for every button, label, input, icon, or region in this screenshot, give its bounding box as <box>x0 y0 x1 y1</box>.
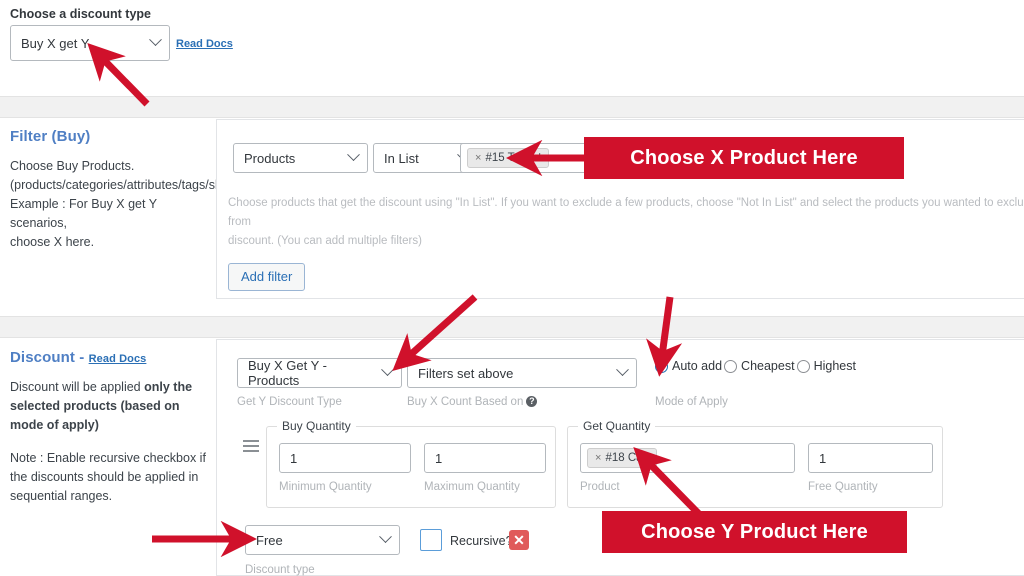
filter-desc-line-2: (products/categories/attributes/tags/sku <box>10 178 225 192</box>
recursive-checkbox[interactable] <box>420 529 442 551</box>
discount-type-row-value: Free <box>256 532 283 548</box>
recursive-label: Recursive? <box>450 534 513 548</box>
info-icon[interactable]: ? <box>526 396 538 408</box>
discount-type-row-sublabel: Discount type <box>245 564 315 576</box>
get-quantity-product-chip[interactable]: × #18 Cap <box>587 448 657 468</box>
add-filter-button[interactable]: Add filter <box>228 263 306 291</box>
mode-of-apply-sublabel: Mode of Apply <box>655 396 728 408</box>
mode-of-apply-radio-group[interactable]: Auto add Cheapest Highest <box>655 359 858 373</box>
get-quantity-fieldset: Get Quantity × #18 Cap Product 1 Free Qu… <box>567 419 943 508</box>
chip-remove-icon[interactable]: × <box>595 451 601 465</box>
mode-option-highest[interactable]: Highest <box>796 359 858 373</box>
filter-desc-line-1: Choose Buy Products. <box>10 159 135 173</box>
buy-quantity-legend: Buy Quantity <box>277 419 356 433</box>
chevron-down-icon <box>149 33 162 47</box>
get-y-discount-type-select[interactable]: Buy X Get Y - Products <box>237 358 402 388</box>
filter-subject-value: Products <box>244 150 296 166</box>
get-y-discount-type-sublabel: Get Y Discount Type <box>237 396 342 408</box>
top-read-docs-link[interactable]: Read Docs <box>176 38 233 50</box>
minimum-quantity-value: 1 <box>290 450 298 466</box>
discount-desc-2: Note : Enable recursive checkbox if the … <box>10 451 206 503</box>
mode-option-auto-add-label: Auto add <box>672 359 723 373</box>
discount-section-title: Discount - Read Docs <box>10 349 215 366</box>
chevron-down-icon <box>616 363 629 377</box>
drag-handle-icon[interactable] <box>243 440 259 452</box>
get-y-discount-type-value: Buy X Get Y - Products <box>248 358 328 388</box>
maximum-quantity-input[interactable]: 1 <box>424 443 546 473</box>
filter-side-column: Filter (Buy) Choose Buy Products. (produ… <box>10 128 225 252</box>
filter-section-title: Filter (Buy) <box>10 128 91 145</box>
filter-product-chip[interactable]: × #15 T-Shirt <box>467 148 550 168</box>
chip-label: #18 Cap <box>605 452 649 464</box>
section-separator-1 <box>0 96 1024 118</box>
chevron-down-icon <box>379 530 392 544</box>
discount-type-row-select[interactable]: Free <box>245 525 400 555</box>
section-separator-2 <box>0 316 1024 338</box>
radio-highest-icon[interactable] <box>796 359 810 373</box>
mode-option-auto-add[interactable]: Auto add <box>655 359 724 373</box>
discount-read-docs-link[interactable]: Read Docs <box>89 353 147 365</box>
get-quantity-legend: Get Quantity <box>578 419 656 433</box>
radio-cheapest-icon[interactable] <box>724 359 738 373</box>
filter-helper-line-1: Choose products that get the discount us… <box>228 197 1024 228</box>
filter-helper-line-2: discount. (You can add multiple filters) <box>228 235 422 247</box>
filter-operator-value: In List <box>384 150 419 166</box>
free-quantity-input[interactable]: 1 <box>808 443 933 473</box>
chip-label: #15 T-Shirt <box>485 152 542 164</box>
discount-section-title-text: Discount - <box>10 349 85 366</box>
get-quantity-product-input[interactable]: × #18 Cap <box>580 443 795 473</box>
discount-side-column: Discount - Read Docs Discount will be ap… <box>10 349 215 520</box>
buy-x-count-based-value: Filters set above <box>418 365 514 381</box>
buy-x-count-based-select[interactable]: Filters set above <box>407 358 637 388</box>
filter-desc-line-4: choose X here. <box>10 235 95 249</box>
chip-remove-icon[interactable]: × <box>475 151 481 165</box>
discount-type-select[interactable]: Buy X get Y <box>10 25 170 61</box>
chevron-down-icon <box>381 363 394 377</box>
maximum-quantity-value: 1 <box>435 450 443 466</box>
filter-desc-line-3: Example : For Buy X get Y scenarios, <box>10 197 157 230</box>
maximum-quantity-sublabel: Maximum Quantity <box>424 481 520 493</box>
free-quantity-sublabel: Free Quantity <box>808 481 878 493</box>
discount-desc-1-lead: Discount will be applied <box>10 380 145 394</box>
callout-choose-x-product: Choose X Product Here <box>584 137 904 179</box>
buy-x-count-based-sublabel: Buy X Count Based on? <box>407 396 538 408</box>
mode-option-highest-label: Highest <box>813 359 856 373</box>
chevron-down-icon <box>347 148 360 162</box>
radio-auto-add-icon[interactable] <box>655 359 668 373</box>
minimum-quantity-input[interactable]: 1 <box>279 443 411 473</box>
mode-option-cheapest[interactable]: Cheapest <box>724 359 797 373</box>
discount-desc-1: Discount will be applied only the select… <box>10 378 215 435</box>
free-quantity-value: 1 <box>819 450 827 466</box>
buy-quantity-fieldset: Buy Quantity 1 Minimum Quantity 1 Maximu… <box>266 419 556 508</box>
page-root: Choose a discount type Buy X get Y Read … <box>0 0 1024 576</box>
buy-x-count-based-sublabel-text: Buy X Count Based on <box>407 396 524 408</box>
minimum-quantity-sublabel: Minimum Quantity <box>279 481 372 493</box>
filter-subject-select[interactable]: Products <box>233 143 368 173</box>
get-quantity-product-sublabel: Product <box>580 481 620 493</box>
discount-type-select-value: Buy X get Y <box>21 35 90 51</box>
discount-type-label: Choose a discount type <box>10 7 151 21</box>
callout-choose-y-product: Choose Y Product Here <box>602 511 907 553</box>
delete-rule-button[interactable]: ✕ <box>509 530 529 550</box>
mode-option-cheapest-label: Cheapest <box>741 359 795 373</box>
